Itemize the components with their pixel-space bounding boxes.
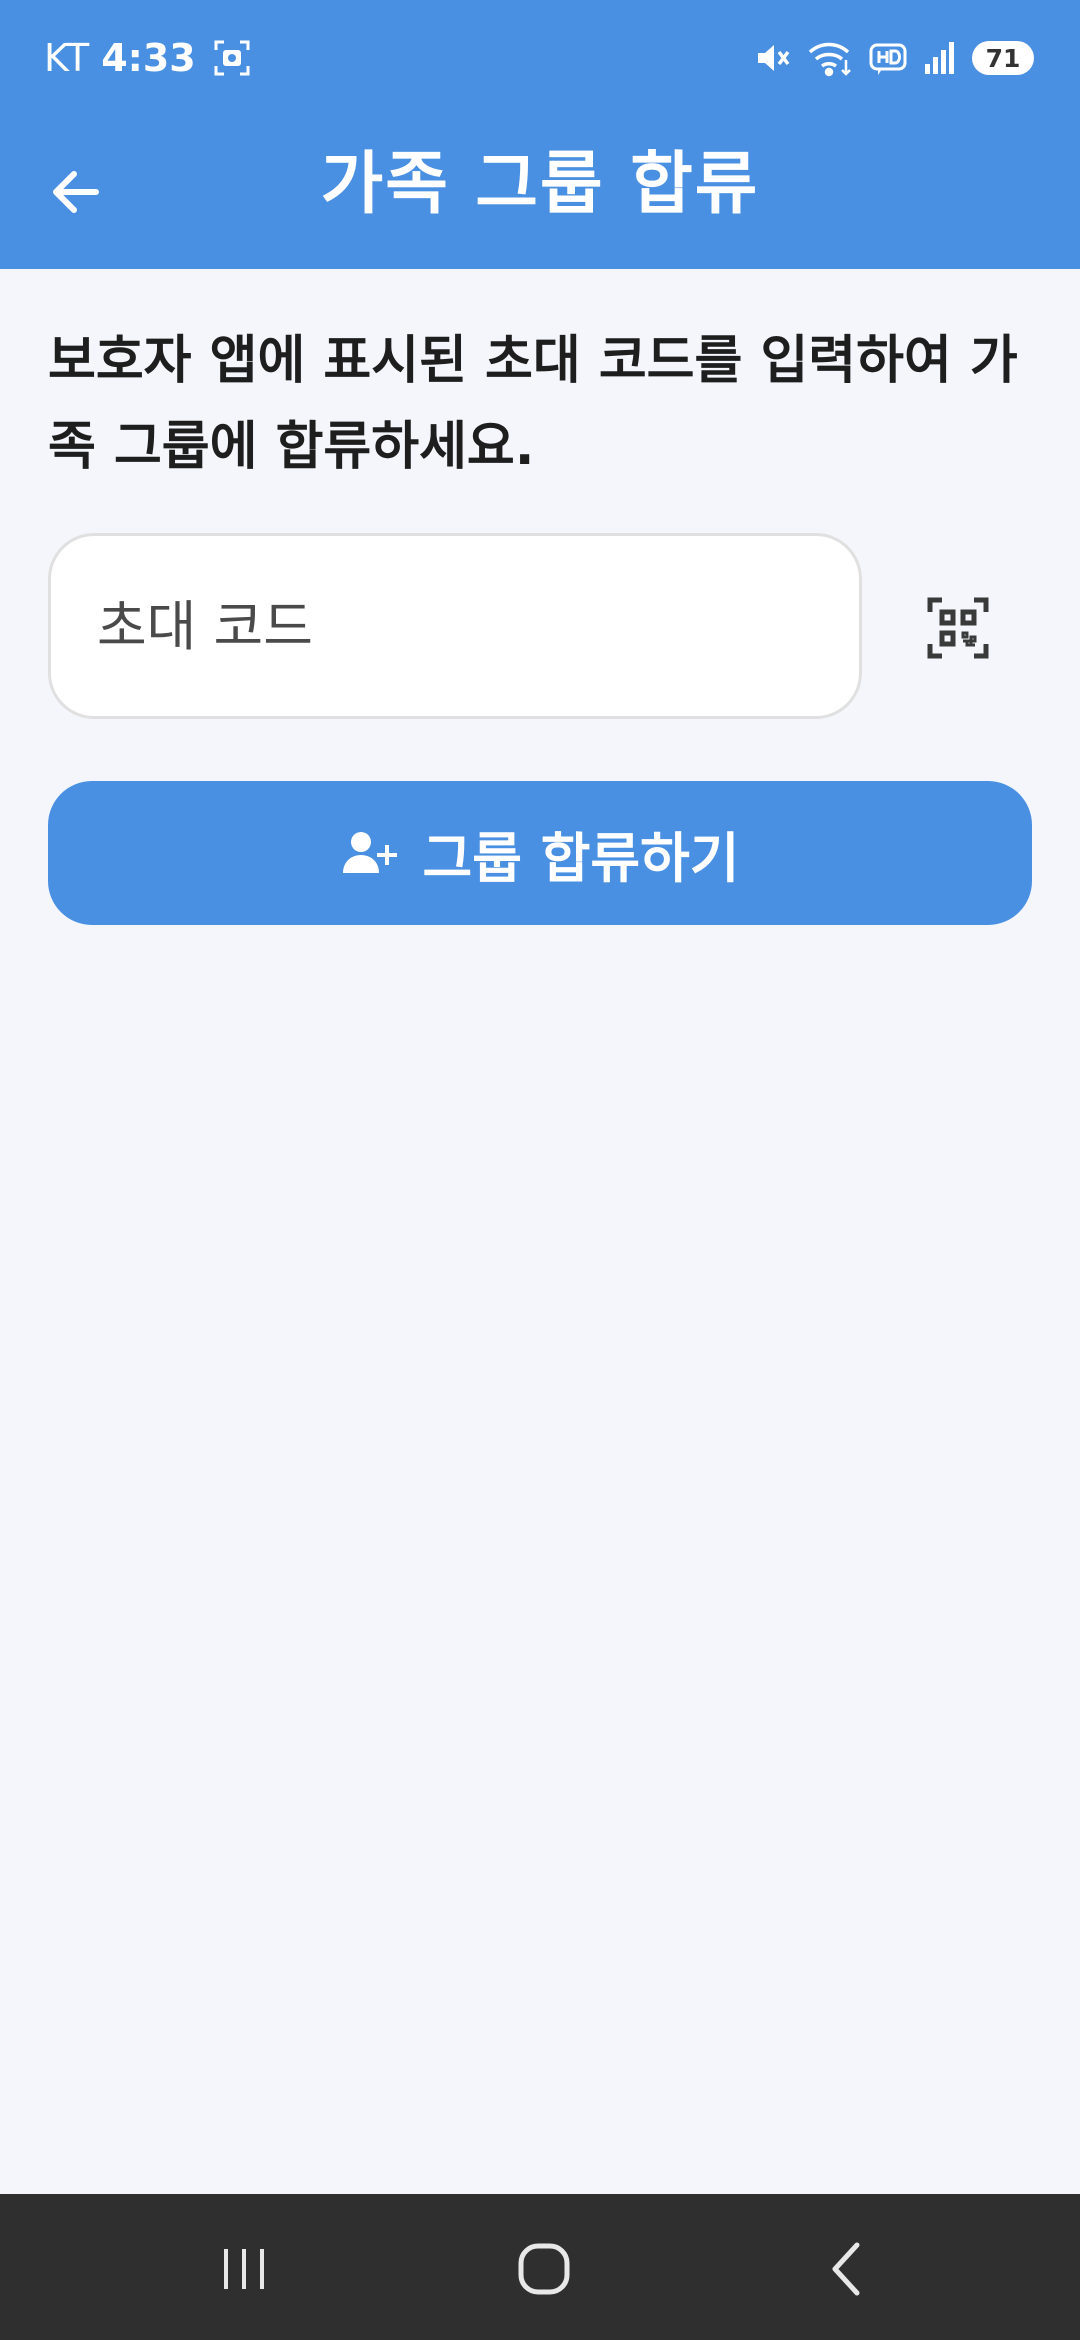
join-button-label: 그룹 합류하기	[422, 826, 740, 890]
signal-icon	[922, 38, 958, 78]
clock: 4:33	[101, 36, 196, 80]
instruction-text: 보호자 앱에 표시된 초대 코드를 입력하여 가족 그룹에 합류하세요.	[48, 331, 1018, 477]
home-icon	[518, 2243, 570, 2295]
join-group-button[interactable]: 그룹 합류하기	[48, 781, 1032, 925]
battery-icon: 71	[972, 41, 1034, 75]
recent-apps-icon	[224, 2249, 264, 2289]
back-button[interactable]	[44, 157, 124, 227]
qr-scan-icon	[927, 597, 989, 659]
page-title: 가족 그룹 합류	[320, 145, 760, 224]
system-back-button[interactable]	[808, 2234, 888, 2304]
home-button[interactable]	[504, 2234, 584, 2304]
status-left: KT 4:33	[44, 30, 252, 86]
app-bar: 가족 그룹 합류	[0, 115, 1080, 269]
wifi-icon	[806, 38, 854, 78]
carrier-label: KT	[44, 36, 90, 80]
mute-icon	[752, 38, 792, 78]
recent-apps-button[interactable]	[204, 2234, 284, 2304]
screenshot-icon	[212, 38, 252, 78]
system-nav-bar	[0, 2194, 1080, 2340]
qr-scan-button[interactable]	[920, 590, 996, 666]
arrow-left-icon	[53, 171, 99, 213]
status-right: 71	[752, 30, 1034, 86]
hd-icon	[868, 38, 908, 78]
person-add-icon	[342, 832, 397, 873]
status-bar: KT 4:33 71	[0, 0, 1080, 115]
back-icon	[832, 2242, 860, 2296]
invite-code-input[interactable]	[48, 533, 862, 719]
